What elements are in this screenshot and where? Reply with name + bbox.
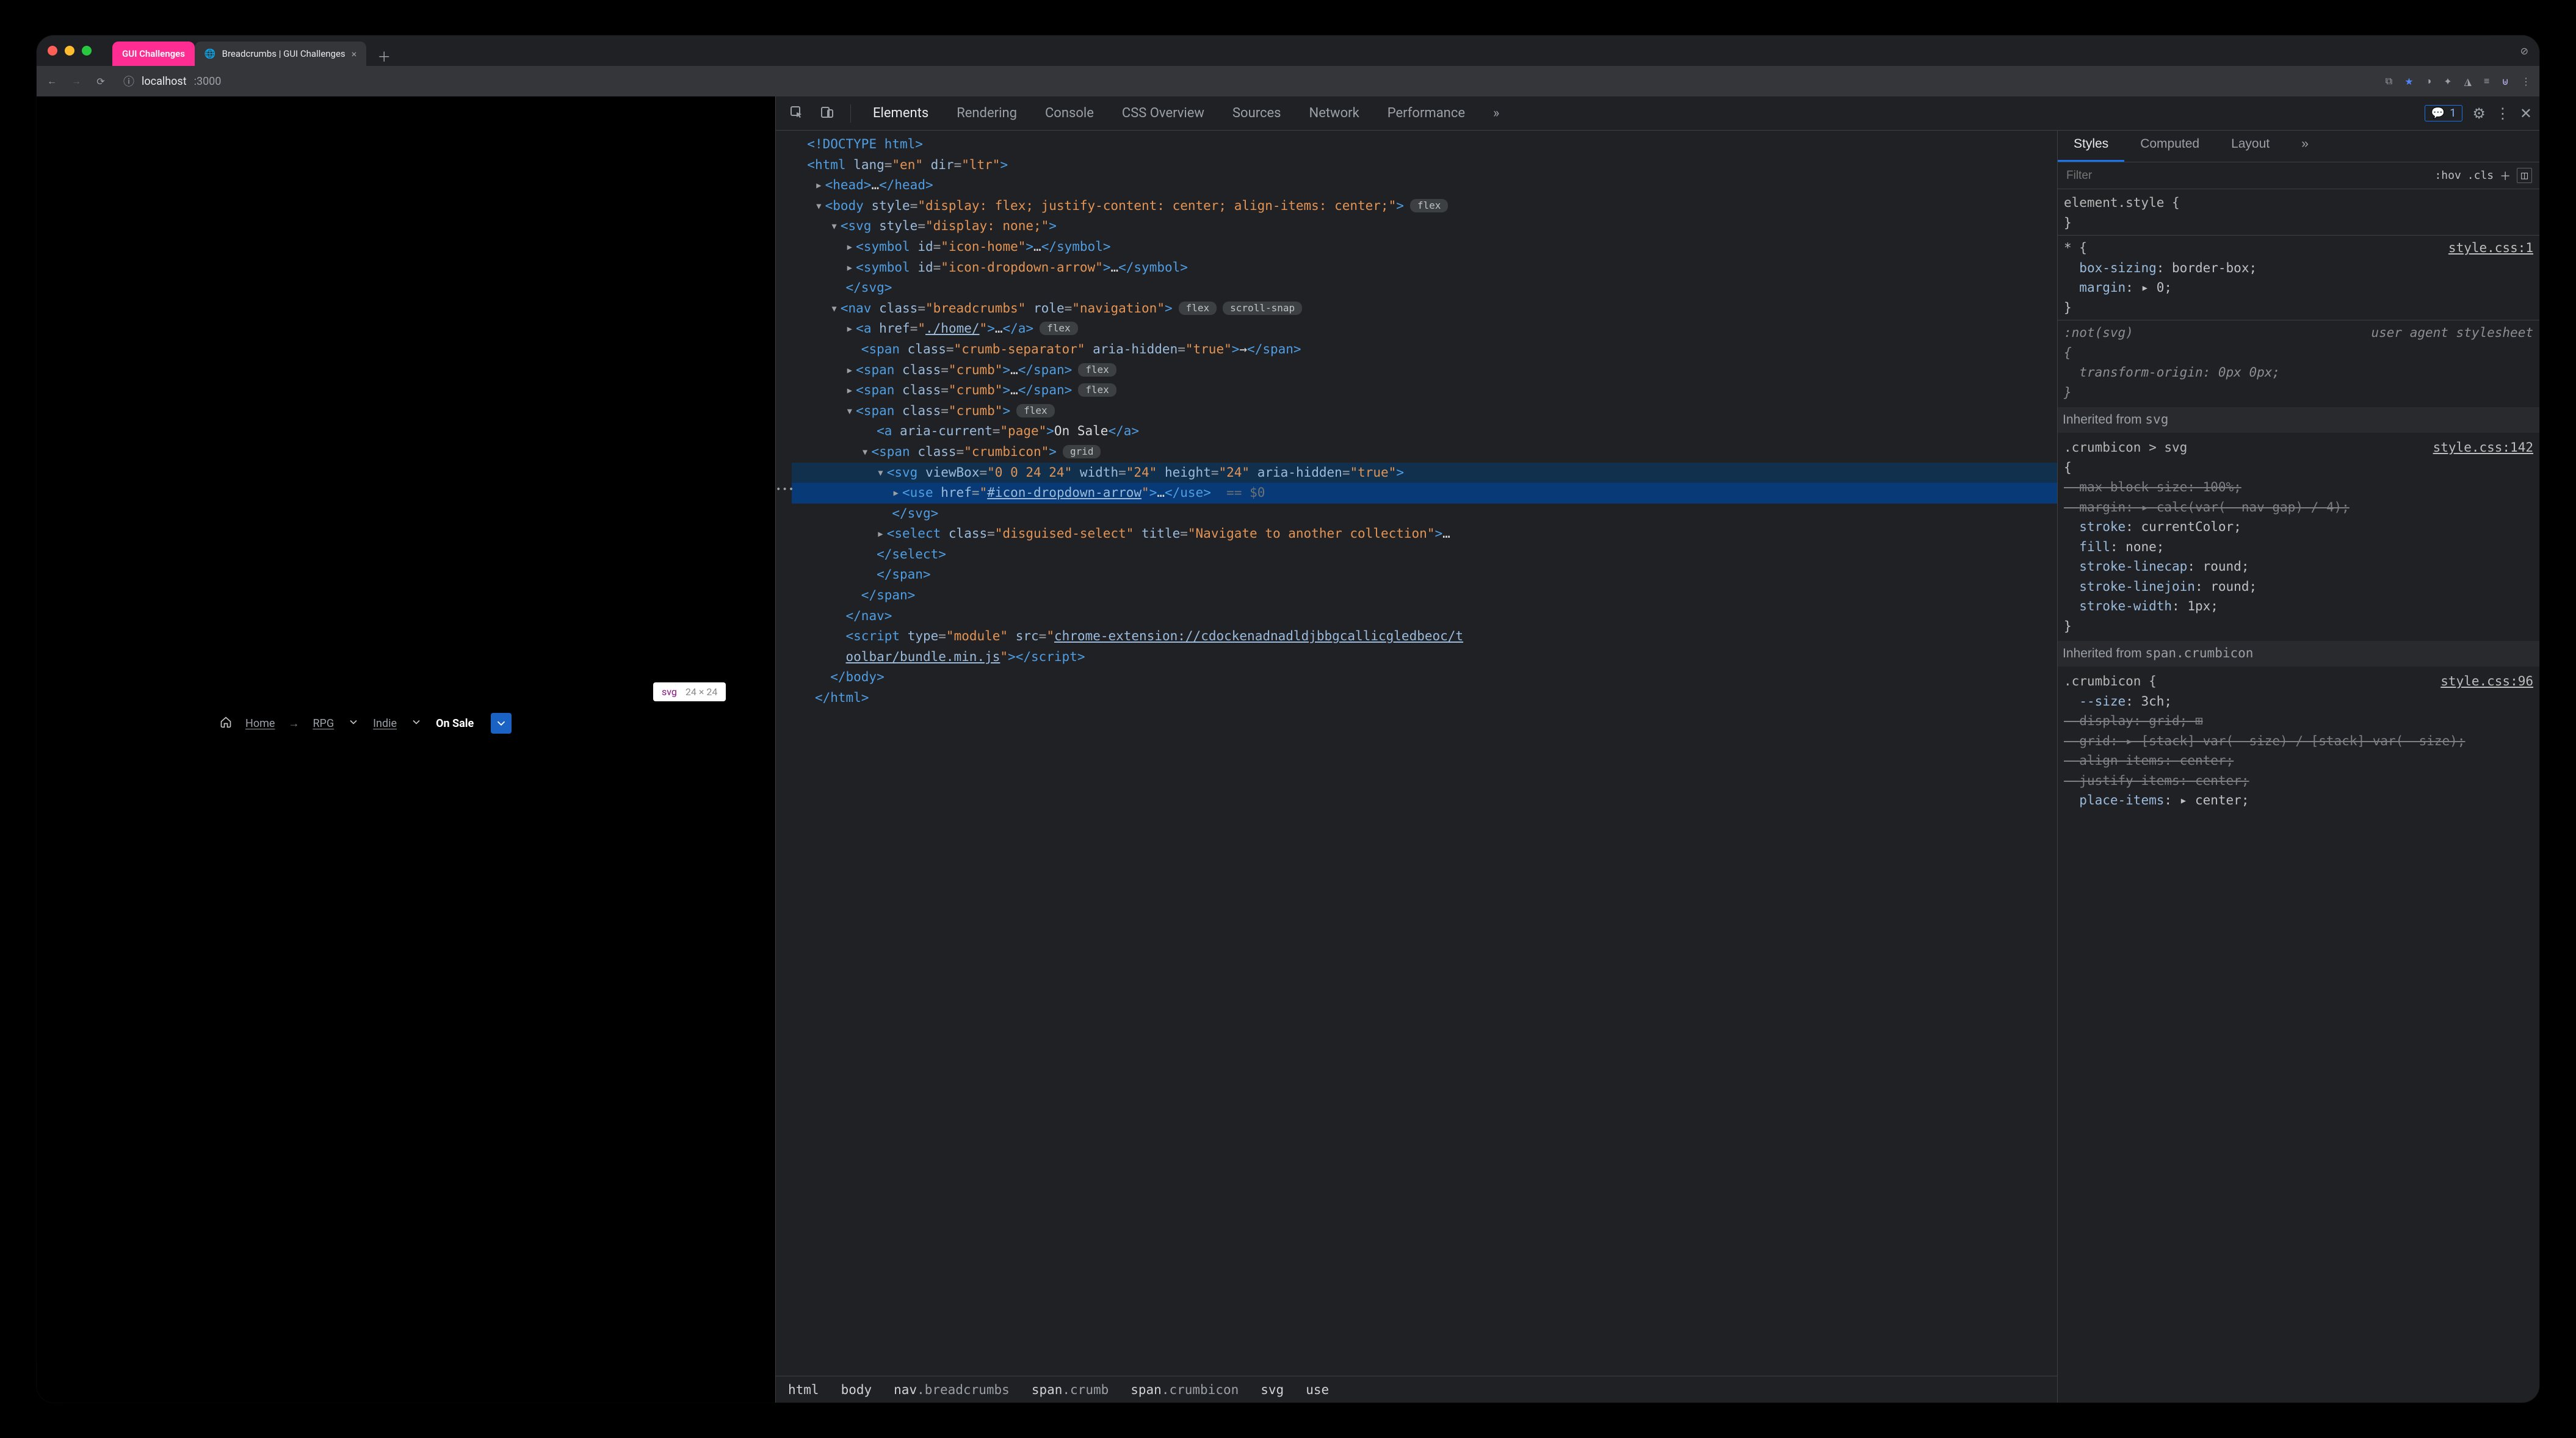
crumb[interactable]: span.crumbicon: [1131, 1382, 1239, 1397]
crumb[interactable]: body: [841, 1382, 872, 1397]
styles-filter-input[interactable]: [2065, 168, 2428, 183]
styles-tabs: Styles Computed Layout »: [2058, 131, 2539, 162]
breadcrumb-dropdown-button[interactable]: [491, 713, 512, 734]
dom-breadcrumb-trail[interactable]: html body nav.breadcrumbs span.crumb spa…: [776, 1376, 2057, 1403]
extension-icon[interactable]: ◑: [2426, 75, 2432, 87]
devtools-tab-performance[interactable]: Performance: [1375, 101, 1477, 126]
chevron-down-icon[interactable]: [410, 716, 422, 731]
crumb[interactable]: nav.breadcrumbs: [894, 1382, 1010, 1397]
crumb[interactable]: use: [1306, 1382, 1329, 1397]
devtools-tab-overflow-icon[interactable]: »: [1481, 101, 1511, 126]
url-host: localhost: [142, 75, 187, 88]
site-info-icon[interactable]: ⓘ: [123, 73, 134, 89]
audio-indicator-icon[interactable]: ⊘: [2520, 45, 2528, 57]
reading-list-icon[interactable]: ≡: [2484, 75, 2489, 87]
chevron-down-icon[interactable]: [347, 716, 360, 731]
hov-toggle[interactable]: :hov: [2434, 169, 2461, 182]
devtools-tab-elements[interactable]: Elements: [861, 101, 941, 126]
window-titlebar: GUI Challenges 🌐 Breadcrumbs | GUI Chall…: [37, 35, 2539, 66]
close-window-button[interactable]: [48, 46, 57, 56]
dom-tree[interactable]: <!DOCTYPE html> <html lang="en" dir="ltr…: [776, 131, 2057, 1376]
tab-label: GUI Challenges: [122, 48, 185, 59]
minimize-window-button[interactable]: [65, 46, 74, 56]
devtools-toolbar: Elements Rendering Console CSS Overview …: [776, 96, 2539, 131]
styles-rules[interactable]: element.style { } * {style.css:1 box-siz…: [2058, 189, 2539, 1403]
toolbar-right: ⧉ ★ ◑ ✦ ◮ ≡ ⊎ ⋮: [2386, 75, 2531, 87]
toggle-sidebar-icon[interactable]: ◫: [2517, 168, 2532, 183]
mic-icon[interactable]: ⊎: [2502, 76, 2509, 87]
crumb[interactable]: html: [788, 1382, 819, 1397]
kebab-menu-icon[interactable]: ⋮: [2495, 105, 2510, 122]
devtools-tab-sources[interactable]: Sources: [1220, 101, 1293, 126]
window-controls: [48, 46, 92, 56]
styles-tab-layout[interactable]: Layout: [2215, 131, 2285, 162]
issues-button[interactable]: 💬 1: [2425, 105, 2463, 121]
tooltip-dimensions: 24 × 24: [686, 686, 717, 698]
devtools-tab-network[interactable]: Network: [1297, 101, 1372, 126]
gear-icon[interactable]: ⚙: [2472, 105, 2486, 122]
breadcrumb-home-link[interactable]: Home: [245, 717, 275, 730]
new-tab-button[interactable]: ＋: [377, 46, 391, 66]
elements-panel: <!DOCTYPE html> <html lang="en" dir="ltr…: [776, 131, 2057, 1403]
profile-icon[interactable]: ◮: [2464, 76, 2472, 87]
screenshare-icon[interactable]: ⧉: [2386, 75, 2392, 87]
element-tooltip: svg 24 × 24: [653, 682, 726, 701]
devtools-tab-rendering[interactable]: Rendering: [944, 101, 1029, 126]
home-icon: [220, 716, 232, 731]
tab-label: Breadcrumbs | GUI Challenges: [222, 48, 346, 59]
address-bar: ← → ⟳ ⓘ localhost :3000 ⧉ ★ ◑ ✦ ◮ ≡ ⊎ ⋮: [37, 66, 2539, 96]
styles-panel: Styles Computed Layout » :hov .cls ＋ ◫ e…: [2057, 131, 2539, 1403]
styles-tab-styles[interactable]: Styles: [2058, 131, 2124, 162]
tooltip-tag: svg: [662, 686, 677, 698]
new-style-rule-icon[interactable]: ＋: [2500, 168, 2511, 184]
close-tab-icon[interactable]: ×: [352, 48, 357, 60]
breadcrumb: Home → RPG Indie On Sale: [220, 713, 739, 734]
browser-window: GUI Challenges 🌐 Breadcrumbs | GUI Chall…: [37, 35, 2539, 1403]
breadcrumb-link-indie[interactable]: Indie: [373, 717, 397, 730]
devtools-tab-css-overview[interactable]: CSS Overview: [1110, 101, 1217, 126]
styles-tab-computed[interactable]: Computed: [2124, 131, 2215, 162]
url-port: :3000: [194, 75, 222, 88]
globe-icon: 🌐: [204, 48, 216, 59]
forward-button[interactable]: →: [70, 74, 83, 88]
page-viewport: svg 24 × 24 Home → RPG Indie On Sale: [37, 96, 775, 1403]
url-input[interactable]: ⓘ localhost :3000: [118, 71, 2375, 92]
styles-tab-overflow-icon[interactable]: »: [2285, 131, 2325, 162]
overflow-menu-icon[interactable]: ⋮: [2521, 76, 2531, 87]
reload-button[interactable]: ⟳: [94, 74, 107, 88]
tab-gui-challenges[interactable]: GUI Challenges: [112, 42, 195, 66]
crumb[interactable]: svg: [1261, 1382, 1284, 1397]
devtools-tab-console[interactable]: Console: [1033, 101, 1106, 126]
main-split: svg 24 × 24 Home → RPG Indie On Sale: [37, 96, 2539, 1403]
devtools-body: <!DOCTYPE html> <html lang="en" dir="ltr…: [776, 131, 2539, 1403]
extensions-icon[interactable]: ✦: [2444, 76, 2451, 87]
cls-toggle[interactable]: .cls: [2467, 169, 2494, 182]
breadcrumb-current: On Sale: [436, 717, 474, 730]
browser-tabs: GUI Challenges 🌐 Breadcrumbs | GUI Chall…: [112, 35, 391, 66]
breadcrumb-link-rpg[interactable]: RPG: [313, 717, 334, 730]
close-devtools-icon[interactable]: ✕: [2520, 105, 2532, 122]
devtools-panel: Elements Rendering Console CSS Overview …: [775, 96, 2539, 1403]
inspect-icon[interactable]: [783, 101, 810, 126]
back-button[interactable]: ←: [45, 74, 59, 88]
crumb[interactable]: span.crumb: [1032, 1382, 1109, 1397]
tab-breadcrumbs[interactable]: 🌐 Breadcrumbs | GUI Challenges ×: [195, 42, 366, 66]
breadcrumb-separator-icon: →: [288, 717, 299, 730]
device-toggle-icon[interactable]: [814, 101, 841, 126]
bookmark-icon[interactable]: ★: [2404, 76, 2413, 87]
maximize-window-button[interactable]: [82, 46, 92, 56]
styles-filter-row: :hov .cls ＋ ◫: [2058, 162, 2539, 189]
